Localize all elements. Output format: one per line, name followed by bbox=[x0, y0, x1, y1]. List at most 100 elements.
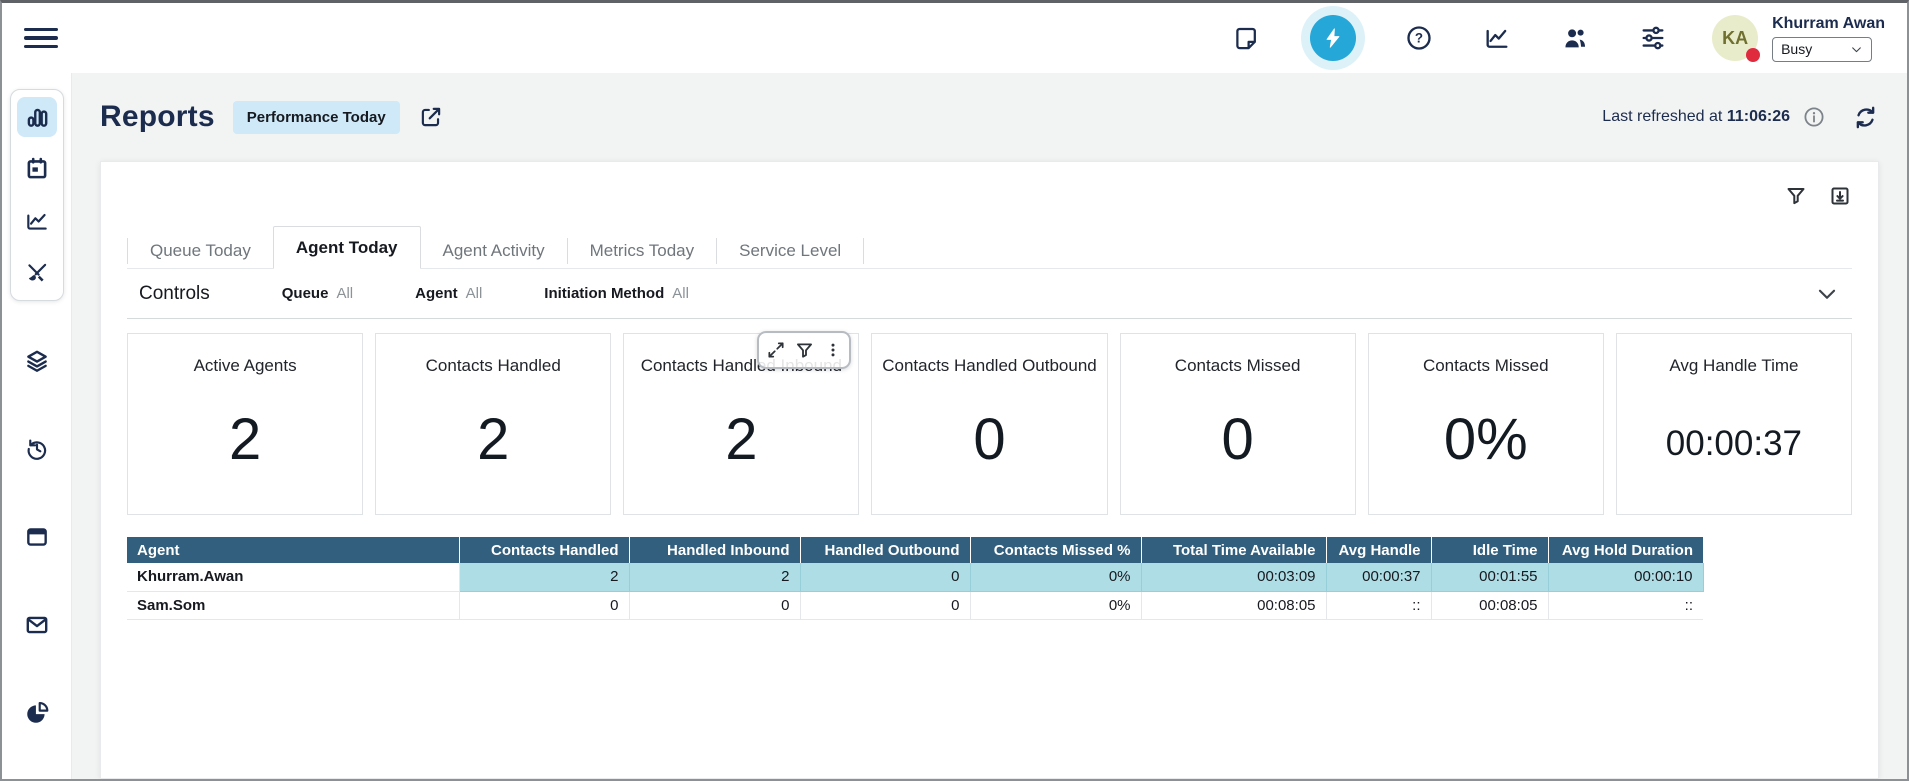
agent-name-cell: Sam.Som bbox=[127, 591, 459, 619]
page-title: Reports bbox=[100, 100, 215, 134]
sidebar-item-line-chart[interactable] bbox=[17, 201, 57, 241]
settings-sliders-icon[interactable] bbox=[1638, 23, 1668, 53]
col-handled-inbound[interactable]: Handled Inbound bbox=[629, 537, 800, 563]
topbar-icons: ? bbox=[1232, 15, 1668, 61]
cell-value: 00:03:09 bbox=[1141, 563, 1326, 591]
cell-value: 0% bbox=[970, 591, 1141, 619]
people-icon[interactable] bbox=[1560, 23, 1590, 53]
download-icon[interactable] bbox=[1828, 184, 1852, 208]
filter-icon[interactable] bbox=[1784, 184, 1808, 208]
col-avg-hold-duration[interactable]: Avg Hold Duration bbox=[1548, 537, 1703, 563]
tab-service-level[interactable]: Service Level bbox=[717, 234, 863, 268]
cell-value: 0 bbox=[800, 563, 970, 591]
kebab-menu-icon[interactable] bbox=[821, 338, 845, 362]
report-panel: Queue Today Agent Today Agent Activity M… bbox=[100, 161, 1879, 779]
kpi-contacts-handled-outbound: Contacts Handled Outbound 0 bbox=[871, 333, 1107, 515]
sidebar-item-window[interactable] bbox=[17, 517, 57, 557]
dashboard-badge: Performance Today bbox=[233, 101, 400, 134]
notes-icon[interactable] bbox=[1232, 23, 1262, 53]
table-row-sam-som: Sam.Som 0 0 0 0% 00:08:05 :: 00:08:05 :: bbox=[127, 591, 1703, 619]
hamburger-menu-icon[interactable] bbox=[24, 21, 58, 55]
controls-collapse-chevron-icon[interactable] bbox=[1814, 281, 1840, 307]
kpi-contacts-missed: Contacts Missed 0 bbox=[1120, 333, 1356, 515]
cell-value: 00:01:55 bbox=[1431, 563, 1548, 591]
col-idle-time[interactable]: Idle Time bbox=[1431, 537, 1548, 563]
expand-icon[interactable] bbox=[764, 338, 788, 362]
filter-queue[interactable]: Queue All bbox=[282, 285, 353, 302]
sidebar-item-design-tools[interactable] bbox=[17, 253, 57, 293]
col-contacts-handled[interactable]: Contacts Handled bbox=[459, 537, 629, 563]
sidebar-reports-group bbox=[10, 89, 64, 301]
info-icon[interactable] bbox=[1802, 105, 1826, 129]
realtime-bolt-icon[interactable] bbox=[1310, 15, 1356, 61]
line-chart-icon bbox=[24, 208, 50, 234]
sidebar-item-pie-chart[interactable] bbox=[17, 693, 57, 733]
sidebar-item-layers[interactable] bbox=[17, 341, 57, 381]
cell-value: 00:00:37 bbox=[1326, 563, 1431, 591]
sidebar-item-history[interactable] bbox=[17, 429, 57, 469]
page-header: Reports Performance Today Last refreshed… bbox=[100, 73, 1879, 161]
table-header-row: Agent Contacts Handled Handled Inbound H… bbox=[127, 537, 1703, 563]
cell-value: 0 bbox=[629, 591, 800, 619]
cell-value: 0% bbox=[970, 563, 1141, 591]
status-dropdown[interactable]: Busy bbox=[1772, 37, 1872, 62]
sidebar-item-mail[interactable] bbox=[17, 605, 57, 645]
help-icon[interactable]: ? bbox=[1404, 23, 1434, 53]
kpi-contacts-missed-pct: Contacts Missed 0% bbox=[1368, 333, 1604, 515]
cell-value: :: bbox=[1548, 591, 1703, 619]
pie-chart-icon bbox=[24, 700, 50, 726]
history-icon bbox=[24, 436, 50, 462]
sidebar-item-bar-chart[interactable] bbox=[17, 97, 57, 137]
app-window: ? KA Khurram Awan Busy bbox=[0, 0, 1909, 781]
col-contacts-missed-pct[interactable]: Contacts Missed % bbox=[970, 537, 1141, 563]
status-value: Busy bbox=[1781, 41, 1812, 57]
table-row-khurram-awan: Khurram.Awan 2 2 0 0% 00:03:09 00:00:37 … bbox=[127, 563, 1703, 591]
open-external-icon[interactable] bbox=[418, 104, 444, 130]
col-handled-outbound[interactable]: Handled Outbound bbox=[800, 537, 970, 563]
svg-text:?: ? bbox=[1415, 31, 1423, 46]
browser-window-icon bbox=[24, 524, 50, 550]
calendar-icon bbox=[24, 156, 50, 182]
col-agent[interactable]: Agent bbox=[127, 537, 459, 563]
left-sidebar bbox=[2, 73, 72, 779]
kpi-contacts-handled: Contacts Handled 2 bbox=[375, 333, 611, 515]
user-name: Khurram Awan bbox=[1772, 15, 1885, 33]
cell-value: 00:08:05 bbox=[1141, 591, 1326, 619]
cell-value: 2 bbox=[459, 563, 629, 591]
layers-icon bbox=[24, 348, 50, 374]
avatar[interactable]: KA bbox=[1712, 15, 1758, 61]
avatar-initials: KA bbox=[1722, 28, 1748, 49]
cell-value: 2 bbox=[629, 563, 800, 591]
refresh-icon[interactable] bbox=[1852, 104, 1879, 131]
presence-busy-dot bbox=[1746, 48, 1760, 62]
filter-initiation-method[interactable]: Initiation Method All bbox=[544, 285, 689, 302]
agent-table: Agent Contacts Handled Handled Inbound H… bbox=[127, 537, 1704, 620]
controls-label: Controls bbox=[139, 283, 210, 305]
sidebar-item-calendar[interactable] bbox=[17, 149, 57, 189]
tab-metrics-today[interactable]: Metrics Today bbox=[568, 234, 717, 268]
report-tabs: Queue Today Agent Today Agent Activity M… bbox=[127, 226, 1852, 269]
cell-value: :: bbox=[1326, 591, 1431, 619]
cell-value: 0 bbox=[800, 591, 970, 619]
col-avg-handle[interactable]: Avg Handle bbox=[1326, 537, 1431, 563]
kpi-row: Active Agents 2 Contacts Handled 2 Conta… bbox=[127, 333, 1852, 515]
mail-icon bbox=[24, 612, 50, 638]
tab-agent-activity[interactable]: Agent Activity bbox=[421, 234, 567, 268]
kpi-hover-toolbar bbox=[757, 331, 851, 369]
controls-bar: Controls Queue All Agent All Initiation … bbox=[127, 269, 1852, 319]
col-total-time-available[interactable]: Total Time Available bbox=[1141, 537, 1326, 563]
top-bar: ? KA Khurram Awan Busy bbox=[2, 3, 1907, 73]
filter-funnel-icon[interactable] bbox=[792, 338, 816, 362]
tab-queue-today[interactable]: Queue Today bbox=[128, 234, 273, 268]
chevron-down-icon bbox=[1850, 43, 1863, 56]
metrics-chart-icon[interactable] bbox=[1482, 23, 1512, 53]
kpi-active-agents: Active Agents 2 bbox=[127, 333, 363, 515]
kpi-avg-handle-time: Avg Handle Time 00:00:37 bbox=[1616, 333, 1852, 515]
cell-value: 0 bbox=[459, 591, 629, 619]
filter-agent[interactable]: Agent All bbox=[415, 285, 482, 302]
main-content: Reports Performance Today Last refreshed… bbox=[72, 73, 1907, 779]
last-refreshed-text: Last refreshed at 11:06:26 bbox=[1602, 108, 1790, 126]
tab-agent-today[interactable]: Agent Today bbox=[273, 226, 421, 269]
kpi-contacts-handled-inbound: Contacts Handled Inbound 2 bbox=[623, 333, 859, 515]
cell-value: 00:00:10 bbox=[1548, 563, 1703, 591]
